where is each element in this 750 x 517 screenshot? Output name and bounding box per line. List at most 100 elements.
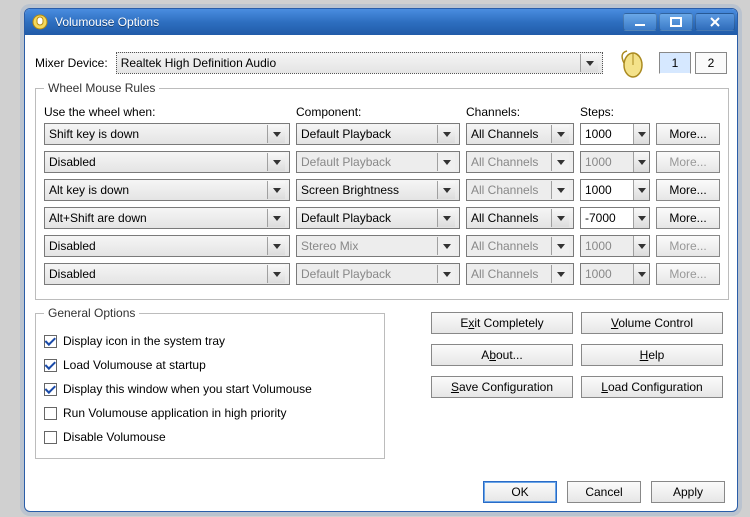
channels-dropdown: All Channels <box>466 263 574 285</box>
wheel-rules-legend: Wheel Mouse Rules <box>44 81 159 95</box>
usewhen-dropdown[interactable]: Disabled <box>44 235 290 257</box>
load-config-button[interactable]: Load Configuration <box>581 376 723 398</box>
about-button[interactable]: About... <box>431 344 573 366</box>
minimize-button[interactable] <box>623 13 657 31</box>
chevron-down-icon <box>437 125 455 143</box>
more-button[interactable]: More... <box>656 123 720 145</box>
usewhen-dropdown[interactable]: Shift key is down <box>44 123 290 145</box>
mixer-device-value: Realtek High Definition Audio <box>121 56 276 70</box>
rule-row: Alt key is down Screen Brightness All Chan… <box>44 179 720 201</box>
usewhen-dropdown-value: Alt key is down <box>49 183 129 197</box>
steps-spin: 1000 <box>580 151 650 173</box>
component-dropdown: Default Playback <box>296 151 460 173</box>
steps-spin[interactable]: 1000 <box>580 179 650 201</box>
ok-button[interactable]: OK <box>483 481 557 503</box>
usewhen-dropdown-value: Disabled <box>49 155 96 169</box>
rule-row: Disabled Stereo Mix All Channels 1000 More..… <box>44 235 720 257</box>
cancel-button[interactable]: Cancel <box>567 481 641 503</box>
col-channels: Channels: <box>466 105 574 119</box>
rule-row: Shift key is down Default Playback All Cha… <box>44 123 720 145</box>
chevron-down-icon <box>267 265 285 283</box>
chevron-down-icon <box>633 152 649 172</box>
checkbox[interactable] <box>44 431 57 444</box>
chevron-down-icon <box>633 264 649 284</box>
channels-dropdown-value: All Channels <box>471 267 538 281</box>
general-option-row: Display icon in the system tray <box>44 330 376 352</box>
chevron-down-icon <box>633 208 649 228</box>
save-config-button[interactable]: Save Configuration <box>431 376 573 398</box>
component-dropdown-value: Stereo Mix <box>301 239 358 253</box>
component-dropdown-value: Default Playback <box>301 127 391 141</box>
general-option-row: Disable Volumouse <box>44 426 376 448</box>
chevron-down-icon <box>437 237 455 255</box>
rule-row: Alt+Shift are down Default Playback All Ch… <box>44 207 720 229</box>
steps-value: 1000 <box>585 239 612 253</box>
component-dropdown-value: Default Playback <box>301 155 391 169</box>
more-button: More... <box>656 235 720 257</box>
mixer-device-dropdown[interactable]: Realtek High Definition Audio <box>116 52 603 74</box>
general-option-row: Display this window when you start Volum… <box>44 378 376 400</box>
usewhen-dropdown[interactable]: Disabled <box>44 263 290 285</box>
component-dropdown: Default Playback <box>296 263 460 285</box>
chevron-down-icon <box>437 153 455 171</box>
chevron-down-icon <box>437 265 455 283</box>
rule-row: DisabledDefault PlaybackAll Channels1000… <box>44 151 720 173</box>
chevron-down-icon <box>267 209 285 227</box>
exit-completely-button[interactable]: Exit Completely <box>431 312 573 334</box>
chevron-down-icon <box>267 181 285 199</box>
general-option-label: Disable Volumouse <box>63 430 166 444</box>
chevron-down-icon <box>437 209 455 227</box>
maximize-button[interactable] <box>659 13 693 31</box>
channels-dropdown: All Channels <box>466 235 574 257</box>
usewhen-dropdown-value: Shift key is down <box>49 127 139 141</box>
usewhen-dropdown[interactable]: Alt key is down <box>44 179 290 201</box>
steps-value: 1000 <box>585 127 612 141</box>
component-dropdown[interactable]: Default Playback <box>296 207 460 229</box>
chevron-down-icon <box>633 236 649 256</box>
chevron-down-icon <box>551 125 569 143</box>
checkbox[interactable] <box>44 359 57 372</box>
checkbox[interactable] <box>44 407 57 420</box>
more-button[interactable]: More... <box>656 179 720 201</box>
general-options-group: General Options Display icon in the syst… <box>35 306 385 459</box>
component-dropdown[interactable]: Default Playback <box>296 123 460 145</box>
checkbox[interactable] <box>44 383 57 396</box>
tab-1[interactable]: 1 <box>659 52 691 74</box>
chevron-down-icon <box>580 54 598 72</box>
usewhen-dropdown[interactable]: Disabled <box>44 151 290 173</box>
general-options-legend: General Options <box>44 306 139 320</box>
component-dropdown-value: Default Playback <box>301 267 391 281</box>
chevron-down-icon <box>437 181 455 199</box>
window-title: Volumouse Options <box>55 15 159 29</box>
more-button[interactable]: More... <box>656 207 720 229</box>
chevron-down-icon <box>267 237 285 255</box>
steps-value: 1000 <box>585 267 612 281</box>
channels-dropdown: All Channels <box>466 179 574 201</box>
chevron-down-icon <box>551 153 569 171</box>
component-dropdown[interactable]: Screen Brightness <box>296 179 460 201</box>
chevron-down-icon <box>633 180 649 200</box>
rule-row: Disabled Default Playback All Channels 1000… <box>44 263 720 285</box>
channels-dropdown-value: All Channels <box>471 183 538 197</box>
app-icon <box>31 13 49 31</box>
usewhen-dropdown[interactable]: Alt+Shift are down <box>44 207 290 229</box>
volume-control-button[interactable]: Volume Control <box>581 312 723 334</box>
channels-dropdown[interactable]: All Channels <box>466 207 574 229</box>
chevron-down-icon <box>633 124 649 144</box>
channels-dropdown[interactable]: All Channels <box>466 123 574 145</box>
help-button[interactable]: Help <box>581 344 723 366</box>
general-option-label: Display this window when you start Volum… <box>63 382 312 396</box>
general-option-label: Load Volumouse at startup <box>63 358 206 372</box>
steps-spin[interactable]: 1000 <box>580 123 650 145</box>
steps-value: -7000 <box>585 211 616 225</box>
steps-spin: 1000 <box>580 263 650 285</box>
chevron-down-icon <box>551 237 569 255</box>
apply-button[interactable]: Apply <box>651 481 725 503</box>
checkbox[interactable] <box>44 335 57 348</box>
titlebar[interactable]: Volumouse Options <box>25 9 737 35</box>
steps-spin[interactable]: -7000 <box>580 207 650 229</box>
close-button[interactable] <box>695 13 735 31</box>
more-button: More... <box>656 151 720 173</box>
col-usewhen: Use the wheel when: <box>44 105 290 119</box>
tab-2[interactable]: 2 <box>695 52 727 74</box>
